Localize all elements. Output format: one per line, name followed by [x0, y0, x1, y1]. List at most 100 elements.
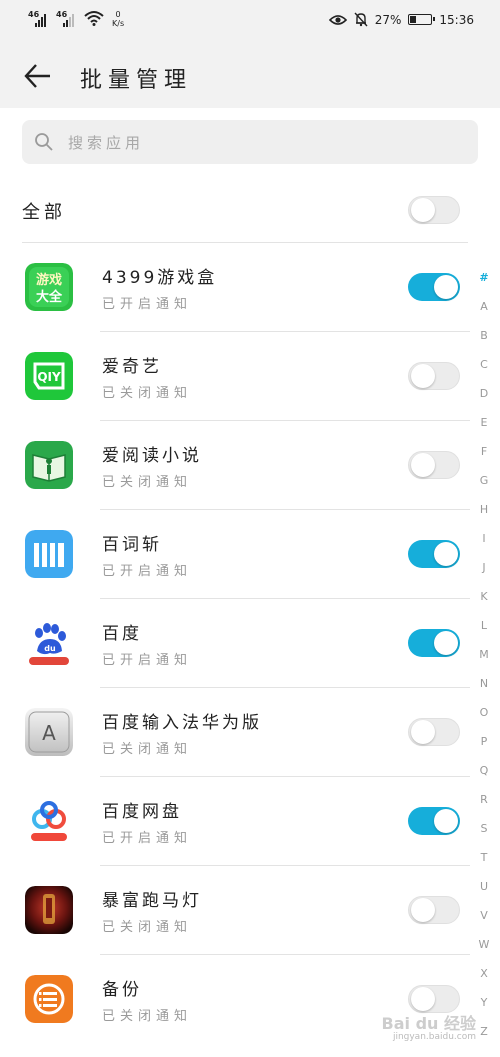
notification-toggle[interactable] [408, 718, 460, 746]
index-letter[interactable]: E [474, 413, 494, 442]
index-letter[interactable]: H [474, 500, 494, 529]
notification-toggle[interactable] [408, 362, 460, 390]
battery-icon [408, 14, 436, 25]
watermark: Bai du 经验 [381, 1014, 476, 1033]
notification-toggle[interactable] [408, 540, 460, 568]
index-letter[interactable]: X [474, 964, 494, 993]
baidu-netdisk-icon [25, 797, 73, 845]
index-letter[interactable]: C [474, 355, 494, 384]
baicizhan-icon [25, 530, 73, 578]
app-notification-status: 已开启通知 [102, 564, 193, 579]
app-name: 暴富跑马灯 [102, 891, 202, 911]
notification-toggle[interactable] [408, 807, 460, 835]
status-bar: 46 46 0 K/s 27% 15:36 [0, 0, 500, 44]
app-name: 百度输入法华为版 [102, 713, 262, 733]
bell-muted-icon [354, 12, 368, 27]
app-name: 爱阅读小说 [102, 446, 202, 466]
index-letter[interactable]: # [474, 268, 494, 297]
app-row-baofu[interactable]: 暴富跑马灯 已关闭通知 [0, 866, 470, 955]
index-letter[interactable]: I [474, 529, 494, 558]
iqiyi-icon: QIY [25, 352, 73, 400]
speed-value: 0 [115, 10, 121, 19]
select-all-toggle[interactable] [408, 196, 460, 224]
svg-text:A: A [42, 721, 56, 745]
notification-toggle[interactable] [408, 985, 460, 1013]
search-input[interactable] [66, 120, 470, 166]
app-notification-status: 已开启通知 [102, 297, 193, 312]
page-title: 批量管理 [80, 68, 193, 93]
index-letter[interactable]: D [474, 384, 494, 413]
eye-comfort-icon [328, 14, 347, 25]
app-name: 爱奇艺 [102, 357, 162, 377]
index-letter[interactable]: M [474, 645, 494, 674]
notification-toggle[interactable] [408, 896, 460, 924]
index-letter[interactable]: Y [474, 993, 494, 1022]
svg-text:大全: 大全 [36, 289, 63, 305]
app-name: 4399游戏盒 [102, 268, 218, 288]
app-notification-status: 已关闭通知 [102, 742, 193, 757]
index-letter[interactable]: F [474, 442, 494, 471]
index-letter[interactable]: A [474, 297, 494, 326]
index-letter[interactable]: K [474, 587, 494, 616]
battery-percent: 27% [374, 12, 402, 27]
baidu-input-icon: A [25, 708, 73, 756]
index-letter[interactable]: T [474, 848, 494, 877]
signal-icon: 46 [56, 10, 80, 28]
alphabet-index[interactable]: # A B C D E F G H I J K L M N O P Q R S T U V W X Y Z [474, 268, 494, 1051]
notification-toggle[interactable] [408, 451, 460, 479]
index-letter[interactable]: O [474, 703, 494, 732]
app-notification-status: 已关闭通知 [102, 386, 193, 401]
app-row-baidu-input[interactable]: A 百度输入法华为版 已关闭通知 [0, 688, 470, 777]
app-row-iqiyi[interactable]: QIY 爱奇艺 已关闭通知 [0, 332, 470, 421]
speed-unit: K/s [112, 19, 125, 28]
clock: 15:36 [439, 12, 474, 27]
wifi-icon [84, 11, 104, 26]
signal-icon: 46 [28, 10, 52, 28]
index-letter[interactable]: R [474, 790, 494, 819]
app-name: 备份 [102, 980, 142, 1000]
app-name: 百度 [102, 624, 142, 644]
index-letter[interactable]: S [474, 819, 494, 848]
back-arrow-icon[interactable] [22, 60, 54, 92]
index-letter[interactable]: P [474, 732, 494, 761]
index-letter[interactable]: G [474, 471, 494, 500]
watermark-url: jingyan.baidu.com [392, 1032, 476, 1042]
app-notification-status: 已关闭通知 [102, 475, 193, 490]
svg-text:du: du [44, 644, 56, 653]
search-box[interactable] [22, 120, 478, 166]
search-icon [35, 133, 53, 151]
index-letter[interactable]: U [474, 877, 494, 906]
index-letter[interactable]: B [474, 326, 494, 355]
app-row-baidu-netdisk[interactable]: 百度网盘 已开启通知 [0, 777, 470, 866]
index-letter[interactable]: J [474, 558, 494, 587]
select-all-label: 全部 [22, 202, 66, 223]
index-letter[interactable]: L [474, 616, 494, 645]
index-letter[interactable]: W [474, 935, 494, 964]
index-letter[interactable]: Q [474, 761, 494, 790]
notification-toggle[interactable] [408, 273, 460, 301]
network-speed: 0 K/s [112, 10, 124, 28]
notification-toggle[interactable] [408, 629, 460, 657]
index-letter[interactable]: Z [474, 1022, 494, 1051]
app-notification-status: 已关闭通知 [102, 1009, 193, 1024]
app-notification-status: 已关闭通知 [102, 920, 193, 935]
index-letter[interactable]: N [474, 674, 494, 703]
baidu-paw-icon: du [25, 619, 73, 667]
app-name: 百度网盘 [102, 802, 182, 822]
app-name: 百词斩 [102, 535, 162, 555]
baofu-lantern-icon [25, 886, 73, 934]
index-letter[interactable]: V [474, 906, 494, 935]
app-row-baicizhan[interactable]: 百词斩 已开启通知 [0, 510, 470, 599]
app-notification-status: 已开启通知 [102, 831, 193, 846]
app-row-4399[interactable]: 游戏 大全 4399游戏盒 已开启通知 [0, 243, 470, 332]
status-left: 46 46 0 K/s [28, 10, 124, 28]
4399-game-box-icon: 游戏 大全 [25, 263, 73, 311]
app-row-aiyuedu[interactable]: 爱阅读小说 已关闭通知 [0, 421, 470, 510]
app-notification-status: 已开启通知 [102, 653, 193, 668]
book-reader-icon [25, 441, 73, 489]
status-right: 27% 15:36 [328, 12, 474, 27]
backup-icon [25, 975, 73, 1023]
app-row-baidu[interactable]: du 百度 已开启通知 [0, 599, 470, 688]
select-all-row: 全部 [22, 186, 468, 242]
title-bar: 批量管理 [0, 44, 500, 108]
